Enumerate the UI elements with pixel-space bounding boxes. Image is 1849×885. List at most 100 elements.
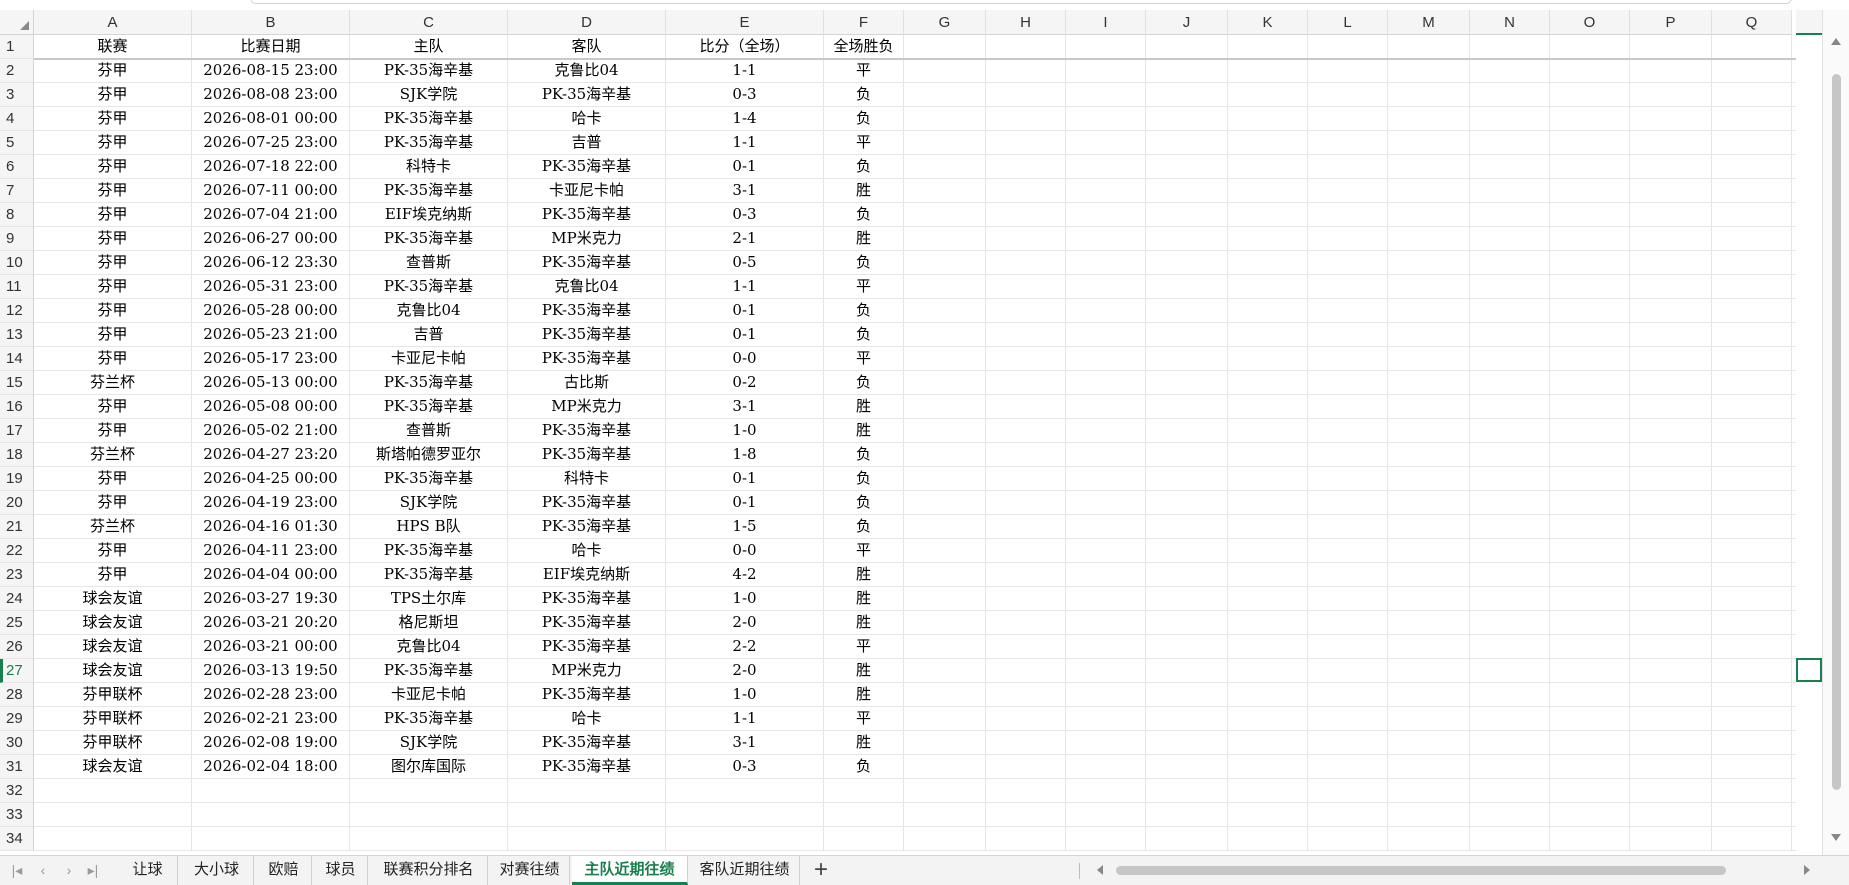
cell-j7[interactable] — [1146, 179, 1228, 203]
cell-k4[interactable] — [1228, 107, 1308, 131]
cell-d15[interactable]: 古比斯 — [508, 371, 666, 395]
cell-k12[interactable] — [1228, 299, 1308, 323]
cell-e20[interactable]: 0-1 — [666, 491, 824, 515]
cell-l3[interactable] — [1308, 83, 1388, 107]
cell-k18[interactable] — [1228, 443, 1308, 467]
cell-q3[interactable] — [1712, 83, 1792, 107]
cell-g10[interactable] — [904, 251, 986, 275]
cell-g20[interactable] — [904, 491, 986, 515]
row-header-12[interactable]: 12 — [0, 299, 34, 323]
cell-l2[interactable] — [1308, 59, 1388, 83]
cell-l23[interactable] — [1308, 563, 1388, 587]
column-header-m[interactable]: M — [1388, 10, 1470, 35]
cell-d5[interactable]: 吉普 — [508, 131, 666, 155]
cell-a29[interactable]: 芬甲联杯 — [34, 707, 192, 731]
cell-n16[interactable] — [1470, 395, 1550, 419]
row-header-20[interactable]: 20 — [0, 491, 34, 515]
cell-n3[interactable] — [1470, 83, 1550, 107]
cell-i4[interactable] — [1066, 107, 1146, 131]
cell-k2[interactable] — [1228, 59, 1308, 83]
cell-m8[interactable] — [1388, 203, 1470, 227]
row-header-17[interactable]: 17 — [0, 419, 34, 443]
cell-d18[interactable]: PK-35海辛基 — [508, 443, 666, 467]
cell-q13[interactable] — [1712, 323, 1792, 347]
cell-k30[interactable] — [1228, 731, 1308, 755]
cell-q8[interactable] — [1712, 203, 1792, 227]
sheet-tab-8[interactable]: 客队近期往绩 — [690, 856, 800, 885]
cell-f6[interactable]: 负 — [824, 155, 904, 179]
cell-f12[interactable]: 负 — [824, 299, 904, 323]
cell-j13[interactable] — [1146, 323, 1228, 347]
cell-a23[interactable]: 芬甲 — [34, 563, 192, 587]
cell-q16[interactable] — [1712, 395, 1792, 419]
cell-d23[interactable]: EIF埃克纳斯 — [508, 563, 666, 587]
cell-k26[interactable] — [1228, 635, 1308, 659]
cell-h18[interactable] — [986, 443, 1066, 467]
row-header-33[interactable]: 33 — [0, 803, 34, 827]
cell-e18[interactable]: 1-8 — [666, 443, 824, 467]
cell-k20[interactable] — [1228, 491, 1308, 515]
cell-c33[interactable] — [350, 803, 508, 827]
cell-n5[interactable] — [1470, 131, 1550, 155]
cell-k19[interactable] — [1228, 467, 1308, 491]
cell-d1[interactable]: 客队 — [508, 35, 666, 59]
cell-a32[interactable] — [34, 779, 192, 803]
cell-b34[interactable] — [192, 827, 350, 851]
cell-g4[interactable] — [904, 107, 986, 131]
cell-g24[interactable] — [904, 587, 986, 611]
cell-h29[interactable] — [986, 707, 1066, 731]
cell-f17[interactable]: 胜 — [824, 419, 904, 443]
cell-b24[interactable]: 2026-03-27 19:30 — [192, 587, 350, 611]
cell-n33[interactable] — [1470, 803, 1550, 827]
cell-m18[interactable] — [1388, 443, 1470, 467]
cell-c29[interactable]: PK-35海辛基 — [350, 707, 508, 731]
cell-c13[interactable]: 吉普 — [350, 323, 508, 347]
cell-a24[interactable]: 球会友谊 — [34, 587, 192, 611]
cell-q23[interactable] — [1712, 563, 1792, 587]
cell-k8[interactable] — [1228, 203, 1308, 227]
cell-o11[interactable] — [1550, 275, 1630, 299]
sheet-tab-2[interactable]: 大小球 — [180, 856, 254, 885]
cell-i9[interactable] — [1066, 227, 1146, 251]
cell-m30[interactable] — [1388, 731, 1470, 755]
cell-l28[interactable] — [1308, 683, 1388, 707]
cell-i1[interactable] — [1066, 35, 1146, 59]
cell-g27[interactable] — [904, 659, 986, 683]
cell-c23[interactable]: PK-35海辛基 — [350, 563, 508, 587]
cell-h19[interactable] — [986, 467, 1066, 491]
cell-n32[interactable] — [1470, 779, 1550, 803]
cell-g28[interactable] — [904, 683, 986, 707]
cell-i16[interactable] — [1066, 395, 1146, 419]
cell-q32[interactable] — [1712, 779, 1792, 803]
cell-c12[interactable]: 克鲁比04 — [350, 299, 508, 323]
cell-c25[interactable]: 格尼斯坦 — [350, 611, 508, 635]
cell-o28[interactable] — [1550, 683, 1630, 707]
cell-d4[interactable]: 哈卡 — [508, 107, 666, 131]
cell-m20[interactable] — [1388, 491, 1470, 515]
column-header-q[interactable]: Q — [1712, 10, 1792, 35]
cell-d16[interactable]: MP米克力 — [508, 395, 666, 419]
cell-o18[interactable] — [1550, 443, 1630, 467]
cell-n34[interactable] — [1470, 827, 1550, 851]
cell-q12[interactable] — [1712, 299, 1792, 323]
row-header-27[interactable]: 27 — [0, 659, 34, 683]
cell-m10[interactable] — [1388, 251, 1470, 275]
row-header-5[interactable]: 5 — [0, 131, 34, 155]
cell-p22[interactable] — [1630, 539, 1712, 563]
cell-d11[interactable]: 克鲁比04 — [508, 275, 666, 299]
last-sheet-icon[interactable]: ▸| — [86, 863, 100, 877]
cell-h3[interactable] — [986, 83, 1066, 107]
row-header-28[interactable]: 28 — [0, 683, 34, 707]
sheet-tab-6[interactable]: 对赛往绩 — [490, 856, 570, 885]
cell-o23[interactable] — [1550, 563, 1630, 587]
cell-j10[interactable] — [1146, 251, 1228, 275]
cell-l12[interactable] — [1308, 299, 1388, 323]
row-header-21[interactable]: 21 — [0, 515, 34, 539]
cell-k28[interactable] — [1228, 683, 1308, 707]
cell-d22[interactable]: 哈卡 — [508, 539, 666, 563]
cell-c18[interactable]: 斯塔帕德罗亚尔 — [350, 443, 508, 467]
cell-p12[interactable] — [1630, 299, 1712, 323]
cell-c32[interactable] — [350, 779, 508, 803]
cell-j19[interactable] — [1146, 467, 1228, 491]
cell-a21[interactable]: 芬兰杯 — [34, 515, 192, 539]
